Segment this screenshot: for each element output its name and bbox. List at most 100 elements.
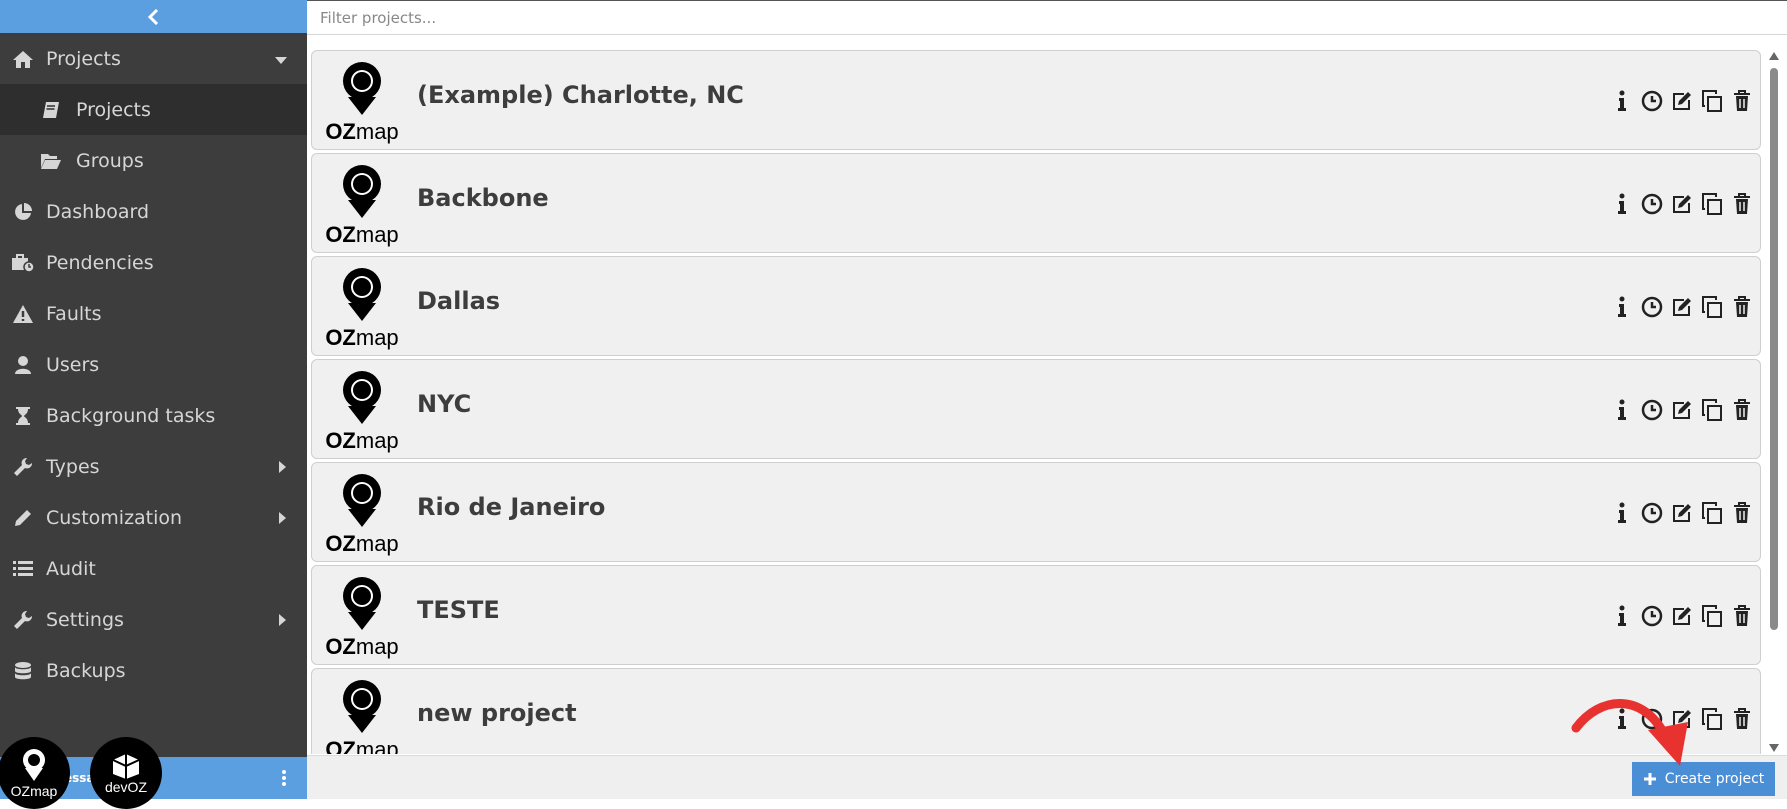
project-row[interactable]: OZmap (Example) Charlotte, NC	[311, 50, 1761, 150]
history-clock-icon[interactable]	[1640, 295, 1664, 319]
map-pin-icon	[343, 474, 381, 527]
ozmap-app-logo[interactable]: OZmap	[0, 737, 70, 809]
logo-map: map	[355, 325, 399, 350]
project-name[interactable]: Dallas	[417, 287, 500, 315]
copy-icon[interactable]	[1700, 501, 1724, 525]
sidebar-item-dashboard[interactable]: Dashboard	[0, 186, 307, 237]
logo-oz: OZ	[325, 428, 356, 453]
devoz-app-logo[interactable]: devOZ	[90, 737, 162, 809]
trash-icon[interactable]	[1730, 501, 1754, 525]
trash-icon[interactable]	[1730, 89, 1754, 113]
sidebar-item-label: Background tasks	[46, 404, 216, 427]
project-actions	[1610, 398, 1754, 422]
project-list: OZmap (Example) Charlotte, NC OZmap Backbon…	[311, 50, 1761, 754]
history-clock-icon[interactable]	[1640, 89, 1664, 113]
project-logo: OZmap	[324, 677, 400, 754]
copy-icon[interactable]	[1700, 192, 1724, 216]
caret-right-icon	[279, 609, 287, 631]
sidebar-item-label: Projects	[46, 47, 121, 70]
chevron-left-icon	[147, 8, 158, 25]
briefcase-clock-icon	[10, 252, 36, 274]
logo-map: map	[355, 737, 399, 755]
project-row[interactable]: OZmap Dallas	[311, 256, 1761, 356]
sidebar-item-label: Projects	[76, 98, 151, 121]
project-name[interactable]: Rio de Janeiro	[417, 493, 605, 521]
project-row[interactable]: OZmap Backbone	[311, 153, 1761, 253]
copy-icon[interactable]	[1700, 295, 1724, 319]
sidebar-item-users[interactable]: Users	[0, 339, 307, 390]
info-icon[interactable]	[1610, 707, 1634, 731]
sidebar-item-background-tasks[interactable]: Background tasks	[0, 390, 307, 441]
info-icon[interactable]	[1610, 501, 1634, 525]
map-pin-icon	[343, 165, 381, 218]
trash-icon[interactable]	[1730, 604, 1754, 628]
sidebar-item-label: Settings	[46, 608, 124, 631]
edit-icon[interactable]	[1670, 295, 1694, 319]
copy-icon[interactable]	[1700, 89, 1724, 113]
sidebar-item-label: Types	[46, 455, 100, 478]
project-name[interactable]: TESTE	[417, 596, 500, 624]
logo-map: map	[355, 119, 399, 144]
trash-icon[interactable]	[1730, 192, 1754, 216]
info-icon[interactable]	[1610, 398, 1634, 422]
edit-icon[interactable]	[1670, 89, 1694, 113]
sidebar-collapse-button[interactable]	[0, 0, 307, 33]
edit-icon[interactable]	[1670, 707, 1694, 731]
edit-icon[interactable]	[1670, 398, 1694, 422]
scrollbar-thumb[interactable]	[1770, 68, 1778, 630]
project-name[interactable]: Backbone	[417, 184, 549, 212]
scroll-up-arrow-icon[interactable]	[1769, 52, 1779, 60]
sidebar-item-faults[interactable]: Faults	[0, 288, 307, 339]
map-pin-icon	[343, 577, 381, 630]
sidebar-item-label: Faults	[46, 302, 102, 325]
project-name[interactable]: NYC	[417, 390, 471, 418]
info-icon[interactable]	[1610, 604, 1634, 628]
sidebar-item-backups[interactable]: Backups	[0, 645, 307, 696]
project-row[interactable]: OZmap Rio de Janeiro	[311, 462, 1761, 562]
scroll-down-arrow-icon[interactable]	[1769, 744, 1779, 752]
edit-icon[interactable]	[1670, 604, 1694, 628]
history-clock-icon[interactable]	[1640, 192, 1664, 216]
sidebar-item-types[interactable]: Types	[0, 441, 307, 492]
history-clock-icon[interactable]	[1640, 398, 1664, 422]
sidebar-item-audit[interactable]: Audit	[0, 543, 307, 594]
sidebar-item-settings[interactable]: Settings	[0, 594, 307, 645]
info-icon[interactable]	[1610, 295, 1634, 319]
history-clock-icon[interactable]	[1640, 707, 1664, 731]
map-pin-icon	[343, 371, 381, 424]
project-row[interactable]: OZmap NYC	[311, 359, 1761, 459]
project-actions	[1610, 707, 1754, 731]
trash-icon[interactable]	[1730, 707, 1754, 731]
sidebar-item-pendencies[interactable]: Pendencies	[0, 237, 307, 288]
history-clock-icon[interactable]	[1640, 604, 1664, 628]
project-name[interactable]: (Example) Charlotte, NC	[417, 81, 744, 109]
project-row[interactable]: OZmap TESTE	[311, 565, 1761, 665]
copy-icon[interactable]	[1700, 707, 1724, 731]
trash-icon[interactable]	[1730, 398, 1754, 422]
project-name[interactable]: new project	[417, 699, 577, 727]
history-clock-icon[interactable]	[1640, 501, 1664, 525]
info-icon[interactable]	[1610, 192, 1634, 216]
sidebar-item-groups-sub[interactable]: Groups	[0, 135, 307, 186]
edit-icon[interactable]	[1670, 192, 1694, 216]
sidebar-item-customization[interactable]: Customization	[0, 492, 307, 543]
sidebar-item-projects-sub[interactable]: Projects	[0, 84, 307, 135]
trash-icon[interactable]	[1730, 295, 1754, 319]
sidebar-item-projects[interactable]: Projects	[0, 33, 307, 84]
edit-icon[interactable]	[1670, 501, 1694, 525]
devoz-logo-text: devOZ	[104, 779, 147, 795]
project-logo: OZmap	[324, 59, 400, 143]
copy-icon[interactable]	[1700, 604, 1724, 628]
project-row[interactable]: OZmap new project	[311, 668, 1761, 754]
kebab-menu-icon[interactable]	[281, 769, 287, 790]
logo-map: map	[355, 428, 399, 453]
project-logo: OZmap	[324, 574, 400, 658]
scrollbar[interactable]	[1767, 50, 1781, 754]
info-icon[interactable]	[1610, 89, 1634, 113]
logo-oz: OZ	[325, 634, 356, 659]
pie-chart-icon	[10, 201, 36, 223]
copy-icon[interactable]	[1700, 398, 1724, 422]
filter-projects-input[interactable]	[307, 1, 1787, 34]
create-project-button[interactable]: Create project	[1632, 762, 1775, 796]
sidebar: Projects Projects Groups Dashboard Pendencie…	[0, 0, 307, 799]
